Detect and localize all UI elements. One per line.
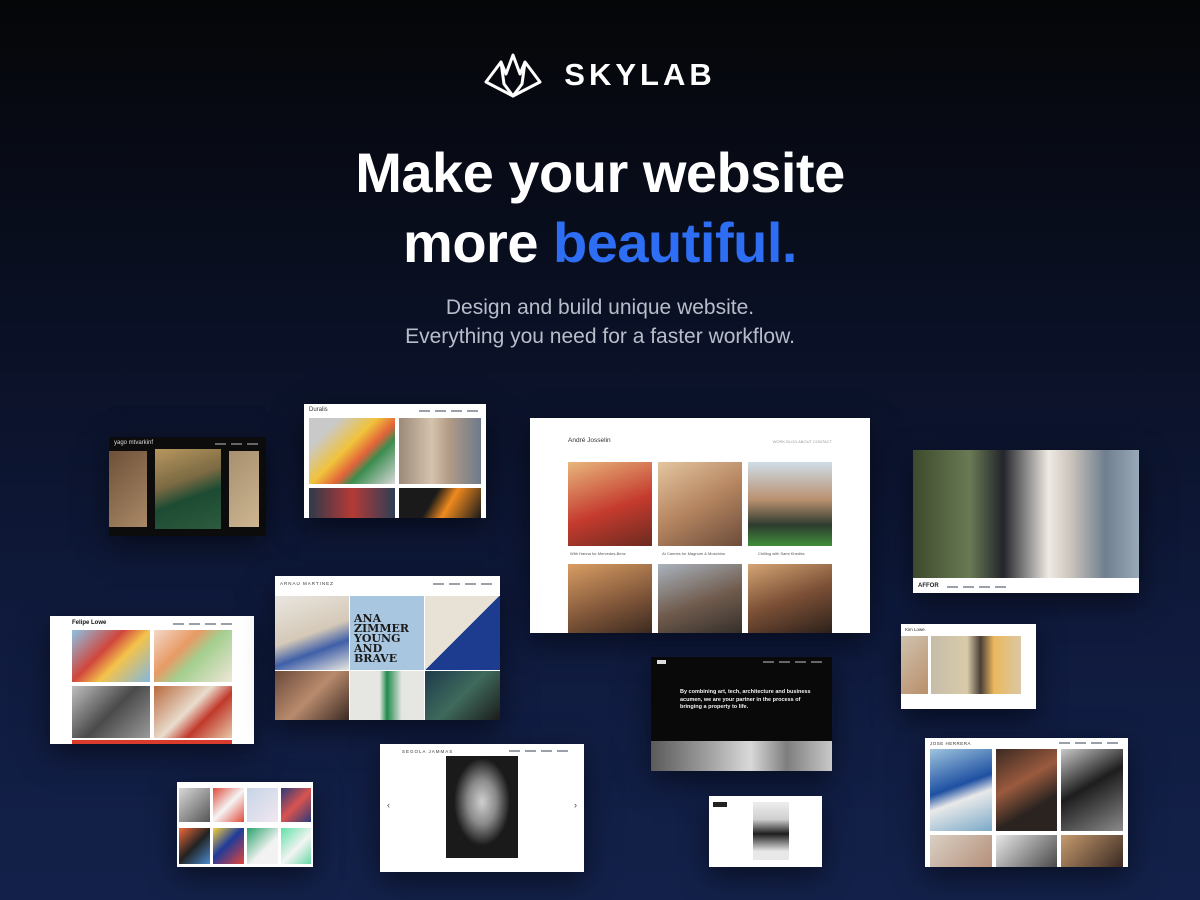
preview-photo	[247, 788, 278, 822]
preview-site-title: AFFOR	[918, 583, 939, 589]
preview-nav	[1059, 742, 1118, 744]
preview-card-segola-jammas[interactable]: SEGOLA JAMMAS ‹ ›	[380, 744, 584, 872]
preview-photo	[996, 749, 1057, 831]
logo-icon	[657, 660, 666, 664]
preview-photo	[931, 636, 1021, 694]
preview-card-arnau-martinez[interactable]: ARNAU MARTINEZ ANA ZIMMER YOUNG AND BRAV…	[275, 576, 500, 720]
preview-photo	[350, 671, 424, 720]
headline-prefix: more	[403, 211, 554, 274]
preview-card-andre-josselin[interactable]: André Josselin WORK BLOG ABOUT CONTACT W…	[530, 418, 870, 633]
preview-photo	[154, 686, 232, 738]
preview-photo	[1061, 835, 1123, 867]
preview-nav	[215, 443, 258, 445]
mountain-logo-icon	[484, 53, 542, 98]
headline-line-1: Make your website	[355, 141, 845, 204]
preview-photo	[72, 630, 150, 682]
preview-photo	[213, 788, 244, 822]
brand: SKYLAB	[0, 52, 1200, 98]
preview-card-fashion-slider[interactable]	[709, 796, 822, 867]
preview-card-dark-portfolio[interactable]: yago mtvarkinf	[109, 437, 266, 536]
preview-photo	[748, 564, 832, 633]
preview-photo	[658, 564, 742, 633]
brand-name: SKYLAB	[564, 57, 716, 92]
preview-photo	[446, 756, 518, 858]
preview-photo	[651, 741, 832, 771]
preview-card-felipe-lowe[interactable]: Felipe Lowe	[50, 616, 254, 744]
preview-photo	[425, 596, 500, 670]
preview-site-title: Kim Lowe	[905, 627, 925, 632]
logo-icon	[713, 802, 727, 807]
preview-photo	[109, 451, 147, 527]
preview-hero-photo	[913, 450, 1139, 578]
preview-site-title: yago mtvarkinf	[114, 440, 154, 446]
preview-photo	[399, 488, 481, 518]
preview-card-duralis[interactable]: Duralis	[304, 404, 486, 518]
preview-card-poster-grid[interactable]	[177, 782, 313, 867]
preview-photo	[247, 828, 278, 864]
preview-site-title: Duralis	[309, 407, 328, 413]
preview-poster-text: ANA ZIMMER YOUNG AND BRAVE	[354, 612, 410, 665]
preview-photo	[930, 749, 992, 831]
preview-nav: WORK BLOG ABOUT CONTACT	[772, 439, 832, 444]
preview-site-title: André Josselin	[568, 437, 611, 444]
preview-nav	[433, 583, 492, 585]
preview-photo	[179, 788, 210, 822]
preview-caption: With Hanna for Mercedes-Benz	[570, 551, 626, 556]
preview-site-title: Felipe Lowe	[72, 620, 107, 626]
preview-photo	[753, 802, 789, 860]
preview-photo	[275, 596, 349, 670]
preview-card-architecture[interactable]: By combining art, tech, architecture and…	[651, 657, 832, 771]
preview-card-affor[interactable]: AFFOR	[913, 450, 1139, 593]
subheadline-line-2: Everything you need for a faster workflo…	[405, 325, 795, 348]
preview-site-title: JOSE HERRERA	[930, 741, 972, 746]
preview-nav	[763, 661, 822, 663]
preview-photo	[399, 418, 481, 484]
preview-card-jose-herrera[interactable]: JOSE HERRERA	[925, 738, 1128, 867]
preview-caption: At Cannes for Magnum & Moschino	[662, 551, 726, 556]
preview-photo	[154, 630, 232, 682]
preview-photo	[309, 488, 395, 518]
preview-tagline: By combining art, tech, architecture and…	[680, 689, 811, 710]
preview-nav	[173, 623, 232, 625]
preview-photo	[309, 418, 395, 484]
preview-photo	[568, 462, 652, 546]
preview-photo	[281, 788, 311, 822]
preview-nav	[419, 410, 478, 412]
preview-photo	[72, 686, 150, 738]
preview-photo	[901, 636, 928, 694]
preview-card-kim-lowe[interactable]: Kim Lowe	[901, 624, 1036, 709]
headline-accent: beautiful.	[553, 211, 797, 274]
preview-caption: Chilling with Sami Khedira	[758, 551, 805, 556]
preview-photo	[425, 671, 500, 720]
preview-nav	[947, 586, 1006, 588]
preview-photo	[72, 740, 232, 744]
preview-photo	[1061, 749, 1123, 831]
preview-nav	[509, 750, 568, 752]
preview-photo	[275, 671, 349, 720]
preview-photo	[155, 449, 221, 529]
preview-photo	[568, 564, 652, 633]
preview-site-title: ARNAU MARTINEZ	[280, 581, 334, 586]
preview-site-title: SEGOLA JAMMAS	[402, 749, 454, 754]
prev-arrow-icon[interactable]: ‹	[387, 801, 390, 810]
preview-photo	[281, 828, 311, 864]
subheadline-line-1: Design and build unique website.	[445, 296, 755, 319]
preview-photo	[179, 828, 210, 864]
headline: Make your website more beautiful.	[0, 138, 1200, 278]
preview-photo	[213, 828, 244, 864]
preview-photo	[658, 462, 742, 546]
preview-photo	[930, 835, 992, 867]
preview-photo	[229, 451, 259, 527]
preview-photo	[748, 462, 832, 546]
preview-photo	[996, 835, 1057, 867]
subheadline: Design and build unique website. Everyth…	[0, 293, 1200, 351]
headline-line-2: more beautiful.	[0, 208, 1200, 278]
next-arrow-icon[interactable]: ›	[574, 801, 577, 810]
